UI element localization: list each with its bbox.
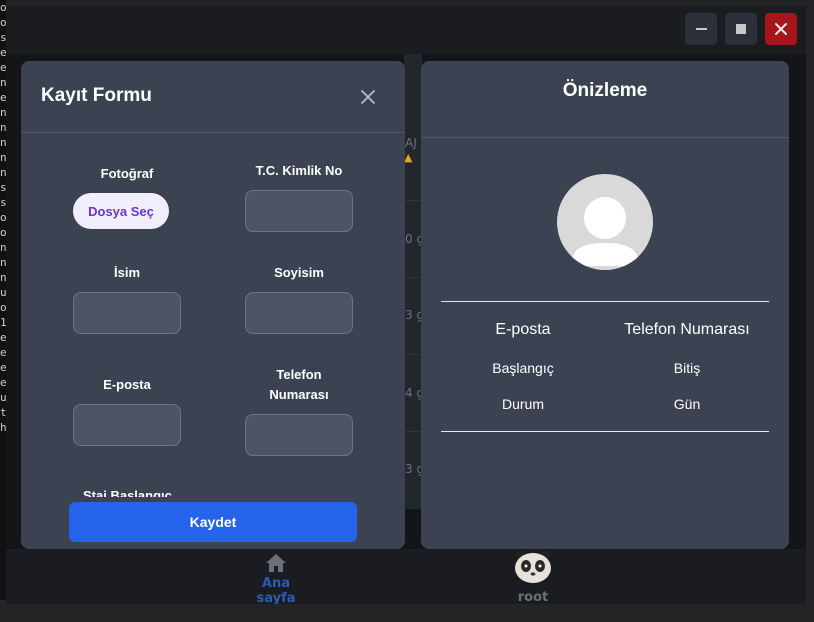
- nav-root-label: root: [517, 590, 549, 604]
- phone-label-line1: Telefon: [276, 367, 322, 382]
- modal-header: Kayıt Formu: [21, 61, 405, 133]
- surname-label: Soyisim: [274, 265, 324, 280]
- maximize-button[interactable]: [725, 13, 757, 45]
- preview-status: Durum: [501, 396, 544, 412]
- preview-start: Başlangıç: [492, 360, 554, 376]
- divider: [441, 301, 769, 302]
- background-table: [404, 54, 422, 509]
- home-icon: [266, 554, 286, 572]
- avatar: [557, 174, 653, 270]
- preview-panel: Önizleme E-posta Telefon Numarası Başlan…: [421, 61, 789, 549]
- email-label: E-posta: [103, 377, 151, 392]
- nav-home[interactable]: Ana sayfa: [241, 553, 311, 604]
- close-window-button[interactable]: [765, 13, 797, 45]
- user-placeholder-icon: [571, 197, 639, 266]
- internship-start-label: Staj Başlangıç: [83, 489, 172, 497]
- panda-avatar-icon: [515, 550, 551, 583]
- maximize-icon: [736, 24, 746, 34]
- table-row-divider: [404, 200, 422, 201]
- nav-profile-root[interactable]: root: [506, 549, 560, 604]
- table-row-divider: [404, 431, 422, 432]
- tc-id-input[interactable]: [245, 190, 353, 232]
- divider: [441, 431, 769, 432]
- registration-form-modal: Kayıt Formu Fotoğraf Dosya Seç T.C. Kiml…: [21, 61, 405, 549]
- table-row-divider: [404, 277, 422, 278]
- name-input[interactable]: [73, 292, 181, 334]
- preview-day: Gün: [673, 396, 701, 412]
- choose-file-button[interactable]: Dosya Seç: [73, 193, 169, 229]
- modal-title: Kayıt Formu: [41, 85, 152, 106]
- preview-email: E-posta: [495, 321, 551, 338]
- preview-end: Bitiş: [673, 360, 701, 376]
- minimize-icon: [695, 28, 707, 30]
- name-label: İsim: [113, 265, 140, 280]
- preview-title: Önizleme: [562, 80, 648, 101]
- close-icon: [775, 23, 787, 35]
- table-row-divider: [404, 354, 422, 355]
- close-icon[interactable]: [359, 88, 377, 106]
- email-input[interactable]: [73, 404, 181, 446]
- nav-home-label: Ana sayfa: [256, 576, 296, 604]
- title-bar: [6, 6, 806, 54]
- tc-id-label: T.C. Kimlik No: [255, 163, 343, 178]
- bottom-navigation: Ana sayfa root: [6, 549, 806, 604]
- phone-label-line2: Numarası: [269, 387, 329, 402]
- photo-label: Fotoğraf: [100, 166, 154, 181]
- save-button[interactable]: Kaydet: [69, 502, 357, 542]
- surname-input[interactable]: [245, 292, 353, 334]
- preview-header: Önizleme: [421, 61, 789, 138]
- phone-input[interactable]: [245, 414, 353, 456]
- minimize-button[interactable]: [685, 13, 717, 45]
- preview-phone: Telefon Numarası: [624, 321, 750, 338]
- warning-icon: ▲: [404, 151, 413, 164]
